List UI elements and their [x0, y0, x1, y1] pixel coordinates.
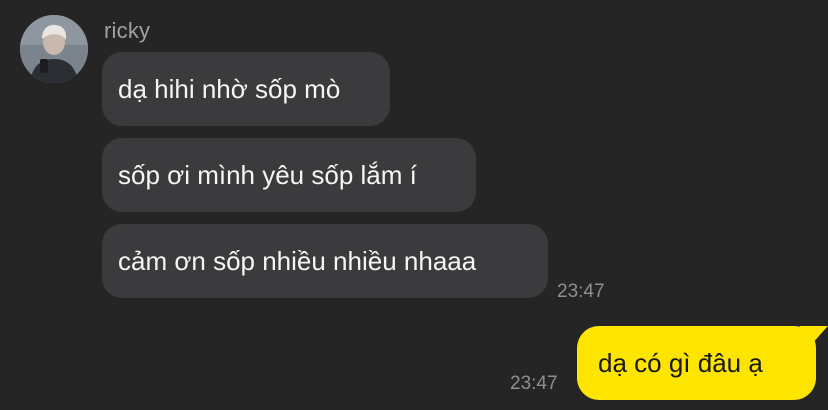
incoming-message-bubble[interactable]: dạ hihi nhờ sốp mò [102, 52, 390, 126]
incoming-timestamp: 23:47 [557, 281, 605, 302]
sender-name: ricky [104, 18, 151, 43]
message-text: cảm ơn sốp nhiều nhiều nhaaa [118, 245, 477, 276]
message-text: dạ hihi nhờ sốp mò [118, 73, 341, 104]
outgoing-timestamp: 23:47 [510, 373, 558, 394]
message-text: dạ có gì đâu ạ [598, 347, 763, 378]
avatar[interactable] [20, 15, 88, 83]
message-text: sốp ơi mình yêu sốp lắm í [118, 159, 417, 190]
outgoing-message-bubble[interactable]: dạ có gì đâu ạ [577, 326, 816, 400]
incoming-message-bubble[interactable]: sốp ơi mình yêu sốp lắm í [102, 138, 476, 212]
profile-photo-icon [20, 15, 88, 83]
incoming-message-bubble[interactable]: cảm ơn sốp nhiều nhiều nhaaa [102, 224, 548, 298]
